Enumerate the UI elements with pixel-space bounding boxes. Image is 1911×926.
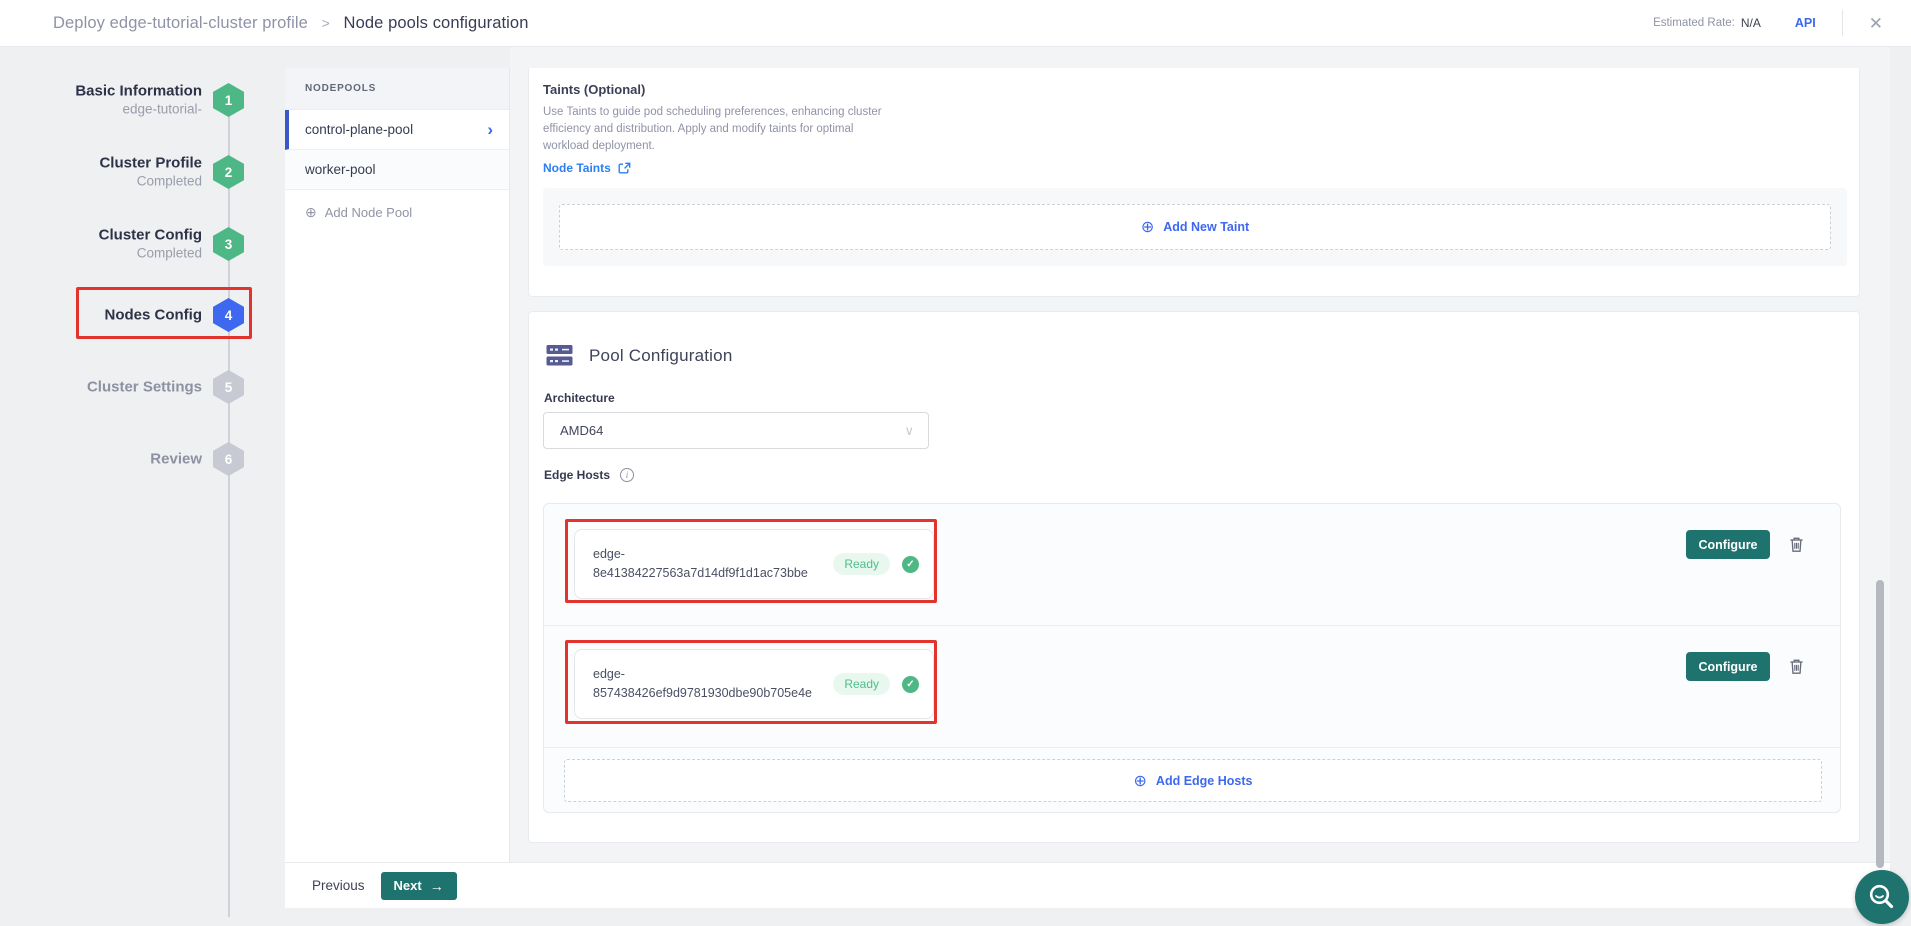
trash-icon[interactable] [1789,658,1804,678]
annotation-box-edge-host-2 [565,640,937,724]
step-title: Review [20,450,202,469]
edge-hosts-label: Edge Hosts [544,468,610,482]
header-divider [1842,10,1843,36]
content-scroll-area: Taints (Optional) Use Taints to guide po… [510,47,1890,862]
breadcrumb: Deploy edge-tutorial-cluster profile > N… [53,14,529,33]
step-cluster-profile[interactable]: Cluster Profile Completed 2 [40,149,250,195]
add-new-taint-label: Add New Taint [1163,220,1249,234]
nodepool-name: control-plane-pool [305,122,413,137]
taints-description: Use Taints to guide pod scheduling prefe… [543,104,1859,155]
add-edge-hosts-label: Add Edge Hosts [1156,774,1253,788]
nodepool-item-control-plane-pool[interactable]: control-plane-pool › [285,110,509,150]
step-title: Cluster Settings [20,378,202,397]
step-number: 1 [225,93,233,108]
step-badge-2: 2 [213,155,244,189]
step-basic-information[interactable]: Basic Information edge-tutorial- 1 [40,77,250,123]
step-title: Cluster Config [20,226,202,245]
architecture-value: AMD64 [560,423,603,438]
circle-plus-icon: ⊕ [1134,771,1147,791]
taints-section-card: Taints (Optional) Use Taints to guide po… [528,68,1860,297]
taints-list-container: ⊕ Add New Taint [543,188,1847,266]
arrow-right-icon: → [430,878,444,894]
info-icon[interactable]: i [620,468,634,482]
edge-hosts-label-row: Edge Hosts i [544,468,634,482]
breadcrumb-separator: > [322,15,330,31]
step-number: 3 [225,237,233,252]
step-title: Basic Information [20,82,202,101]
estimated-rate-label: Estimated Rate: [1653,17,1735,29]
nodepool-item-worker-pool[interactable]: worker-pool [285,150,509,190]
step-text: Cluster Settings [20,378,202,397]
circle-plus-icon: ⊕ [305,204,317,221]
nodepools-panel: NODEPOOLS control-plane-pool › worker-po… [285,68,510,862]
add-edge-hosts-button[interactable]: ⊕ Add Edge Hosts [564,759,1822,802]
step-badge-3: 3 [213,227,244,261]
wizard-header: Deploy edge-tutorial-cluster profile > N… [0,0,1911,47]
trash-icon[interactable] [1789,536,1804,556]
step-badge-6: 6 [213,442,244,476]
breadcrumb-page-title: Node pools configuration [344,14,529,32]
add-edge-hosts-row: ⊕ Add Edge Hosts [544,748,1840,812]
step-number: 5 [225,380,233,395]
add-node-pool-label: Add Node Pool [325,205,412,220]
magnifier-smile-icon [1867,882,1897,912]
wizard-stepper: Basic Information edge-tutorial- 1 Clust… [0,47,285,926]
step-text: Basic Information edge-tutorial- [20,82,202,119]
pool-configuration-title: Pool Configuration [589,346,732,366]
step-number: 6 [225,452,233,467]
deploy-cluster-wizard: Deploy edge-tutorial-cluster profile > N… [0,0,1911,926]
taints-description-line: workload deployment. [543,138,1859,155]
architecture-select[interactable]: AMD64 ∨ [543,412,929,449]
node-taints-link[interactable]: Node Taints [543,161,1859,175]
estimated-rate-value: N/A [1741,16,1761,30]
breadcrumb-profile: Deploy edge-tutorial-cluster profile [53,14,308,32]
configure-button[interactable]: Configure [1686,530,1770,559]
taints-section-title: Taints (Optional) [543,82,1859,97]
add-new-taint-button[interactable]: ⊕ Add New Taint [559,204,1831,250]
step-subtitle: Completed [20,245,202,263]
stepper-connector-line [228,95,230,917]
annotation-box-nodes-config-step [76,287,252,339]
step-badge-1: 1 [213,83,244,117]
taints-description-line: efficiency and distribution. Apply and m… [543,121,1859,138]
node-taints-link-label: Node Taints [543,161,611,175]
server-rack-icon [546,344,573,367]
step-badge-5: 5 [213,370,244,404]
next-button[interactable]: Next → [381,872,457,900]
next-button-label: Next [394,878,422,893]
circle-plus-icon: ⊕ [1141,217,1154,237]
step-title: Cluster Profile [20,154,202,173]
previous-button[interactable]: Previous [312,878,365,893]
step-text: Cluster Profile Completed [20,154,202,191]
taints-description-line: Use Taints to guide pod scheduling prefe… [543,104,1859,121]
chevron-down-icon: ∨ [904,423,914,439]
add-node-pool-button[interactable]: ⊕ Add Node Pool [285,204,509,221]
step-text: Cluster Config Completed [20,226,202,263]
step-subtitle: Completed [20,173,202,191]
vertical-scrollbar-thumb[interactable] [1876,580,1884,868]
step-number: 2 [225,165,233,180]
wizard-footer: Previous Next → [285,862,1890,908]
step-review[interactable]: Review 6 [40,436,250,482]
external-link-icon [618,162,631,175]
close-icon[interactable]: ✕ [1869,15,1883,32]
header-actions: Estimated Rate: N/A API ✕ [1653,10,1911,36]
nodepools-header: NODEPOOLS [285,68,509,110]
architecture-label: Architecture [544,391,615,405]
step-cluster-settings[interactable]: Cluster Settings 5 [40,364,250,410]
search-help-fab[interactable] [1855,870,1909,924]
api-link[interactable]: API [1795,16,1816,30]
step-text: Review [20,450,202,469]
pool-configuration-header: Pool Configuration [546,344,732,367]
step-cluster-config[interactable]: Cluster Config Completed 3 [40,221,250,267]
nodepool-name: worker-pool [305,162,376,177]
annotation-box-edge-host-1 [565,519,937,603]
configure-button[interactable]: Configure [1686,652,1770,681]
step-subtitle: edge-tutorial- [20,101,202,119]
chevron-right-icon: › [487,121,493,138]
